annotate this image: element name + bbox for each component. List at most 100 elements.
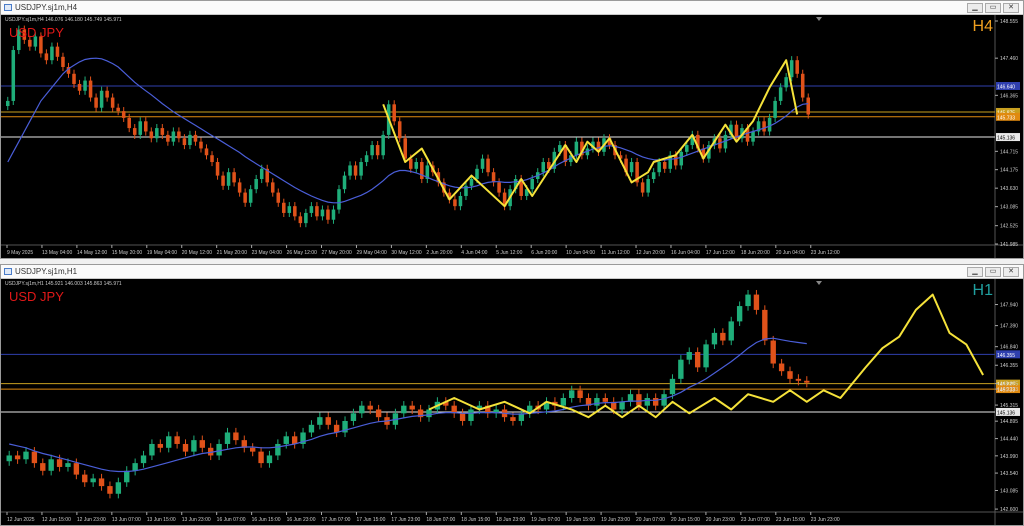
price-chart-h4[interactable]: 146.640145.875145.733145.136148.555147.4… bbox=[1, 15, 1023, 258]
candle-body bbox=[40, 463, 46, 471]
time-tick-label: 12 Jun 20:00 bbox=[636, 250, 665, 256]
candle-body bbox=[770, 340, 776, 364]
time-tick-label: 23 Jun 12:00 bbox=[811, 250, 840, 256]
time-tick-label: 23 May 04:00 bbox=[252, 250, 283, 256]
chart-shift-marker bbox=[816, 17, 822, 21]
candle-body bbox=[115, 482, 122, 494]
minimize-button[interactable]: ▁ bbox=[967, 3, 983, 13]
candle-body bbox=[98, 478, 105, 487]
candle-body bbox=[99, 90, 104, 108]
candle-body bbox=[72, 73, 76, 84]
candle-body bbox=[248, 189, 253, 203]
candle-body bbox=[762, 121, 766, 132]
close-button[interactable]: ✕ bbox=[1003, 267, 1019, 277]
time-tick-label: 12 Jun 23:00 bbox=[77, 517, 106, 523]
candle-body bbox=[210, 155, 214, 163]
candle-body bbox=[629, 162, 634, 173]
candle-body bbox=[375, 409, 382, 418]
candle-body bbox=[282, 202, 286, 213]
candle-body bbox=[6, 455, 12, 462]
time-tick-label: 2 Jun 20:00 bbox=[426, 250, 452, 256]
candle-body bbox=[11, 50, 16, 101]
candle-body bbox=[157, 443, 164, 448]
candle-body bbox=[275, 443, 281, 456]
chart-window-h1[interactable]: USDJPY.sj1m,H1 ▁ ▭ ✕ 146.355145.875145.7… bbox=[0, 264, 1024, 526]
chart-window-h4[interactable]: USDJPY.sj1m,H4 ▁ ▭ ✕ 146.640145.875145.7… bbox=[0, 0, 1024, 259]
candle-body bbox=[560, 398, 567, 406]
price-chart-h1[interactable]: 146.355145.875145.733145.136147.940147.3… bbox=[1, 279, 1023, 525]
candle-body bbox=[728, 321, 734, 341]
candle-body bbox=[353, 165, 358, 176]
candle-body bbox=[694, 352, 701, 368]
candle-body bbox=[77, 83, 82, 91]
candle-body bbox=[315, 206, 319, 217]
candle-body bbox=[105, 90, 109, 98]
candle-body bbox=[331, 209, 336, 220]
candle-body bbox=[23, 451, 29, 460]
chart-canvas[interactable]: 146.640145.875145.733145.136148.555147.4… bbox=[1, 15, 1023, 258]
candle-body bbox=[254, 179, 258, 190]
maximize-button[interactable]: ▭ bbox=[985, 267, 1001, 277]
candle-body bbox=[367, 405, 373, 410]
candle-body bbox=[640, 182, 645, 193]
candle-body bbox=[199, 440, 205, 448]
level-tag-text: 146.640 bbox=[997, 84, 1015, 90]
chart-info-line: USDJPY.sj1m,H1 145.921 146.003 145.863 1… bbox=[5, 281, 122, 287]
price-tick-label: 144.440 bbox=[1000, 437, 1018, 443]
time-tick-label: 18 Jun 23:00 bbox=[496, 517, 525, 523]
candle-body bbox=[132, 128, 137, 135]
candle-body bbox=[50, 46, 54, 61]
price-tick-label: 146.355 bbox=[1000, 363, 1018, 369]
time-tick-label: 19 May 04:00 bbox=[147, 250, 178, 256]
candle-body bbox=[287, 206, 292, 213]
time-tick-label: 18 Jun 15:00 bbox=[461, 517, 490, 523]
candle-body bbox=[232, 172, 236, 183]
candle-body bbox=[651, 172, 656, 180]
time-tick-label: 5 Jun 12:00 bbox=[496, 250, 522, 256]
candle-body bbox=[669, 378, 676, 395]
candle-body bbox=[350, 413, 357, 421]
candle-body bbox=[657, 162, 661, 173]
window-titlebar[interactable]: USDJPY.sj1m,H1 ▁ ▭ ✕ bbox=[1, 265, 1023, 279]
candle-body bbox=[174, 436, 180, 444]
candle-body bbox=[309, 206, 314, 213]
maximize-button[interactable]: ▭ bbox=[985, 3, 1001, 13]
chart-canvas[interactable]: 146.355145.875145.733145.136147.940147.3… bbox=[1, 279, 1023, 525]
candle-body bbox=[166, 134, 170, 142]
candle-body bbox=[773, 100, 777, 118]
minimize-button[interactable]: ▁ bbox=[967, 267, 983, 277]
price-tick-label: 143.085 bbox=[1000, 205, 1018, 211]
candle-body bbox=[778, 87, 783, 101]
candle-body bbox=[160, 128, 165, 135]
candle-body bbox=[48, 459, 54, 471]
candle-body bbox=[140, 455, 147, 464]
candle-body bbox=[293, 206, 297, 217]
time-tick-label: 17 Jun 23:00 bbox=[391, 517, 420, 523]
time-tick-label: 16 Jun 15:00 bbox=[252, 517, 281, 523]
time-tick-label: 15 May 20:00 bbox=[112, 250, 143, 256]
close-button[interactable]: ✕ bbox=[1003, 3, 1019, 13]
candle-body bbox=[177, 131, 181, 139]
candle-body bbox=[789, 60, 794, 78]
level-tag-text: 146.355 bbox=[997, 353, 1015, 359]
candle-body bbox=[107, 486, 113, 494]
price-tick-label: 143.085 bbox=[1000, 489, 1018, 495]
chart-window-icon bbox=[4, 4, 12, 11]
candle-body bbox=[171, 131, 176, 142]
candle-body bbox=[270, 182, 275, 193]
candle-body bbox=[320, 209, 325, 217]
candle-body bbox=[453, 199, 457, 207]
candle-body bbox=[82, 474, 88, 483]
time-tick-label: 23 Jun 07:00 bbox=[741, 517, 770, 523]
price-tick-label: 146.840 bbox=[1000, 345, 1018, 351]
candle-body bbox=[795, 378, 802, 381]
candle-body bbox=[65, 463, 71, 467]
candle-body bbox=[5, 100, 10, 107]
window-titlebar[interactable]: USDJPY.sj1m,H4 ▁ ▭ ✕ bbox=[1, 1, 1023, 15]
candle-body bbox=[800, 73, 805, 98]
candle-body bbox=[541, 162, 546, 173]
candle-body bbox=[61, 56, 65, 67]
price-tick-label: 141.985 bbox=[1000, 242, 1018, 248]
time-tick-label: 12 Jun 15:00 bbox=[42, 517, 71, 523]
time-tick-label: 20 Jun 07:00 bbox=[636, 517, 665, 523]
